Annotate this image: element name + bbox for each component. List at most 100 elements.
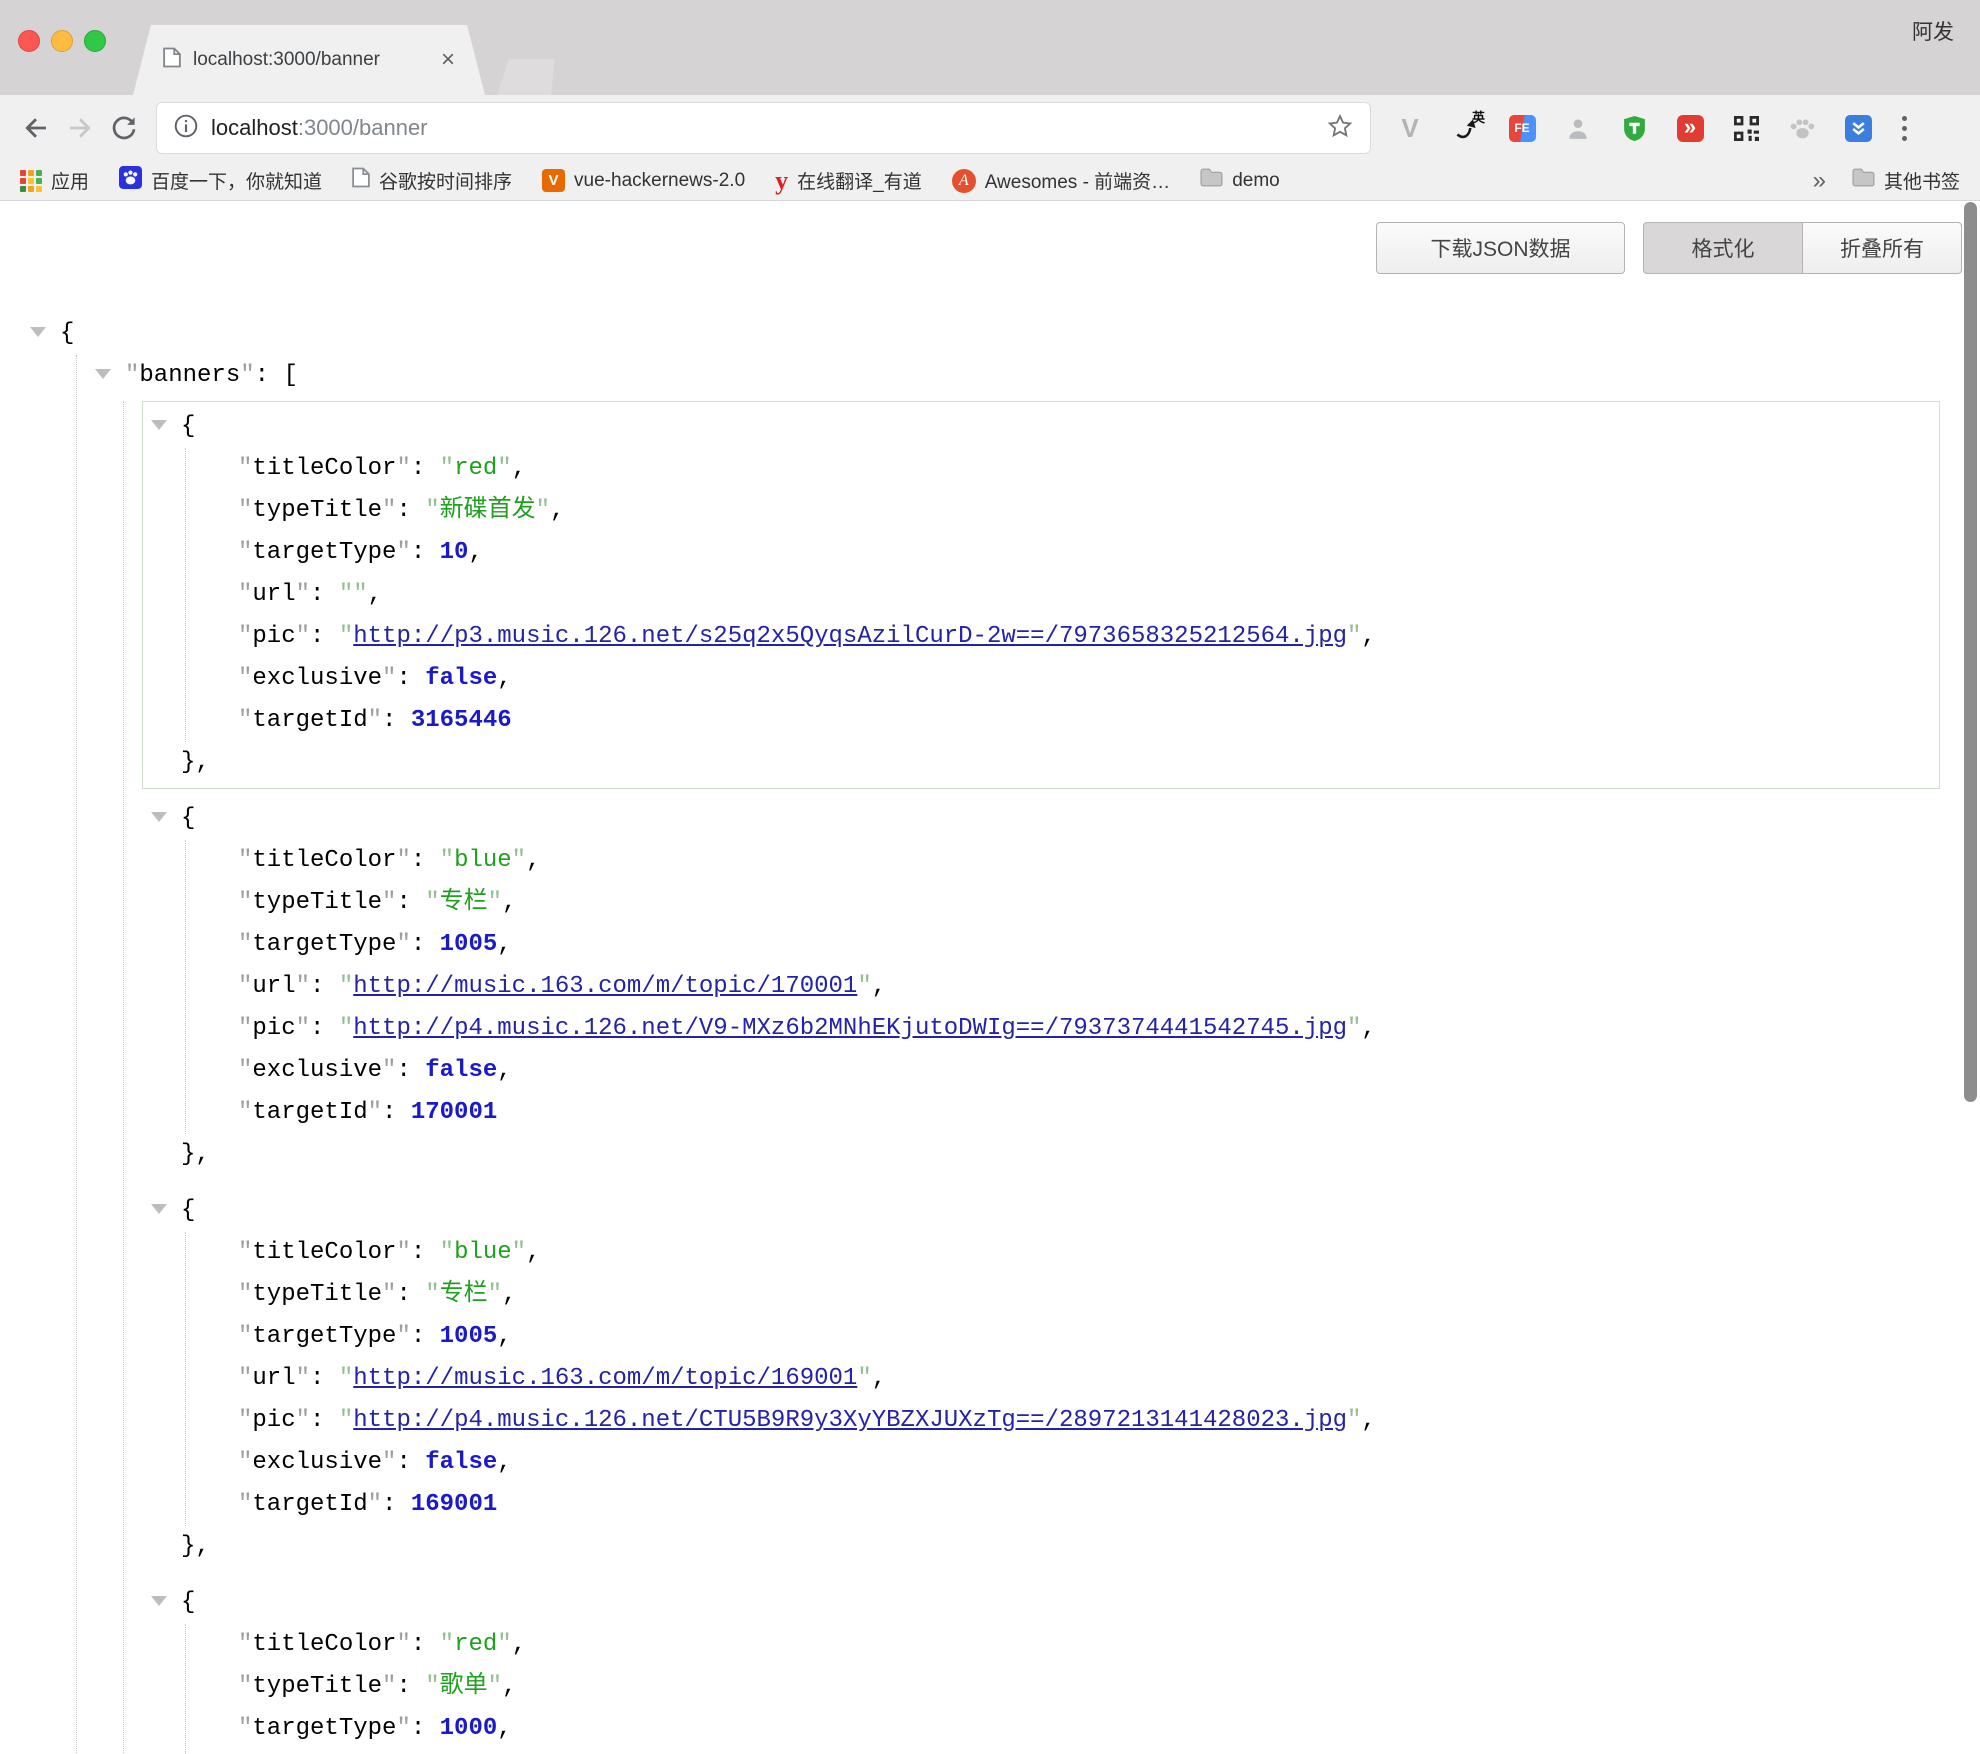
menu-kebab-icon[interactable] [1889,107,1919,149]
person-icon[interactable] [1557,107,1599,149]
download-json-button[interactable]: 下载JSON数据 [1376,222,1625,274]
reload-button[interactable] [102,106,146,150]
collapse-toggle-icon[interactable] [151,1204,167,1214]
security-shield-icon[interactable] [1837,107,1879,149]
json-property-row: "url": "", [186,574,1939,616]
other-bookmarks-folder[interactable]: 其他书签 [1852,167,1960,194]
json-property-row: "typeTitle": "专栏", [186,1274,1939,1316]
collapse-toggle-icon[interactable] [151,1596,167,1606]
back-button[interactable] [14,106,58,150]
json-property-row: "titleColor": "red", [186,448,1939,490]
json-property-row: "exclusive": false, [186,1050,1939,1092]
collapse-toggle-icon[interactable] [151,812,167,822]
json-link[interactable]: http://music.163.com/m/topic/170001 [353,973,857,1000]
qr-code-icon[interactable] [1725,107,1767,149]
page-content: 下载JSON数据 格式化 折叠所有 {"banners": [{"titleCo… [0,201,1980,1754]
json-property-row: "targetType": 1005, [186,1316,1939,1358]
folder-icon [1852,168,1875,193]
vue-icon: V [542,169,565,192]
bookmark-label: 百度一下，你就知道 [151,167,322,194]
bookmark-item[interactable]: Vvue-hackernews-2.0 [542,169,745,192]
forward-button[interactable] [58,106,102,150]
minimize-window-button[interactable] [51,30,73,52]
extension-icons: V英 FE » [1389,107,1879,149]
bookmark-item[interactable]: demo [1200,168,1280,193]
json-array-item: {"titleColor": "red","typeTitle": "歌单","… [142,1577,1940,1754]
collapse-toggle-icon[interactable] [151,420,167,430]
json-property-row: "targetId": 3165446 [186,700,1939,742]
url-text: localhost:3000/banner [211,115,1326,141]
json-link[interactable]: http://p4.music.126.net/CTU5B9R9y3XyYBZX… [353,1407,1347,1434]
bookmark-item[interactable]: 百度一下，你就知道 [119,166,322,195]
json-link[interactable]: http://p3.music.126.net/s25q2x5QyqsAzilC… [353,623,1347,650]
bookmark-label: Awesomes - 前端资… [985,167,1170,194]
page-info-icon[interactable] [173,113,199,144]
url-path: :3000/banner [298,115,428,140]
baidu-paw-icon [119,166,142,195]
new-tab-button[interactable] [497,59,555,95]
json-property-row: "pic": "http://p4.music.126.net/CTU5B9R9… [186,1400,1939,1442]
tab-title: localhost:3000/banner [193,49,429,71]
json-link[interactable]: http://music.163.com/m/topic/169001 [353,1365,857,1392]
translate-icon[interactable]: 英 [1445,107,1487,149]
view-toggle-group: 格式化 折叠所有 [1643,222,1962,274]
json-property-row: "exclusive": false, [186,1442,1939,1484]
json-property-row: "typeTitle": "新碟首发", [186,490,1939,532]
zoom-window-button[interactable] [84,30,106,52]
page-icon [352,167,370,194]
bookmarks-bar: 应用 百度一下，你就知道 谷歌按时间排序 Vvue-hackernews-2.0 y 在线… [0,161,1980,201]
bookmark-label: demo [1232,170,1280,192]
youdao-icon: y [775,168,788,194]
collapse-toggle-icon[interactable] [30,327,46,337]
awesomes-icon: A [952,169,976,193]
json-property-row: "pic": "http://p3.music.126.net/s25q2x5Q… [186,616,1939,658]
paw-icon[interactable] [1781,107,1823,149]
json-property-row: "targetType": 1005, [186,924,1939,966]
json-property-row: "exclusive": false, [186,658,1939,700]
bookmark-item[interactable]: 谷歌按时间排序 [352,167,512,194]
bookmark-star-icon[interactable] [1326,112,1354,145]
collapse-toggle-icon[interactable] [95,369,111,379]
bookmark-item[interactable]: A Awesomes - 前端资… [952,167,1170,194]
bookmark-label: 应用 [51,167,89,194]
collapse-all-button[interactable]: 折叠所有 [1802,222,1962,274]
folder-icon [1200,168,1223,193]
json-tree: {"banners": [{"titleColor": "red","typeT… [0,201,1980,1754]
json-property-row: "typeTitle": "专栏", [186,882,1939,924]
json-property-row: "titleColor": "red", [186,1624,1939,1666]
json-property-row: "targetId": 169001 [186,1484,1939,1526]
json-property-row: "titleColor": "blue", [186,840,1939,882]
json-property-row: "targetType": 10, [186,532,1939,574]
browser-toolbar: localhost:3000/banner V英 FE » [0,95,1980,161]
bookmark-label: 谷歌按时间排序 [379,167,512,194]
fe-helper-icon[interactable]: FE [1501,107,1543,149]
json-property-row: "pic": "http://p4.music.126.net/V9-MXz6b… [186,1008,1939,1050]
json-property-row: "titleColor": "blue", [186,1232,1939,1274]
scrollbar-thumb[interactable] [1964,202,1977,1102]
close-window-button[interactable] [18,30,40,52]
green-shield-icon[interactable] [1613,107,1655,149]
page-favicon-icon [163,47,181,73]
json-array-item: {"titleColor": "blue","typeTitle": "专栏",… [142,793,1940,1181]
json-property-row: "url": "http://music.163.com/m/topic/170… [186,966,1939,1008]
tab-close-icon[interactable]: × [441,48,455,72]
json-property-row: "targetType": 1000, [186,1708,1939,1750]
json-banners-row: "banners": [ [77,355,1980,397]
url-host: localhost [211,115,298,140]
bookmark-label: 在线翻译_有道 [797,167,922,194]
json-property-row: "url": "", [186,1750,1939,1754]
bookmark-item[interactable]: 应用 [20,167,89,194]
bookmark-item[interactable]: y 在线翻译_有道 [775,167,922,194]
apps-grid-icon [20,170,42,192]
vue-devtools-icon[interactable]: V [1389,107,1431,149]
address-bar[interactable]: localhost:3000/banner [156,102,1371,154]
profile-name[interactable]: 阿发 [1912,16,1954,46]
bookmarks-overflow-chevron[interactable]: » [1813,167,1826,195]
window-controls [18,30,106,52]
media-forward-icon[interactable]: » [1669,107,1711,149]
json-link[interactable]: http://p4.music.126.net/V9-MXz6b2MNhEKju… [353,1015,1347,1042]
format-button[interactable]: 格式化 [1643,222,1802,274]
json-array-item: {"titleColor": "red","typeTitle": "新碟首发"… [142,401,1940,789]
browser-tab[interactable]: localhost:3000/banner × [133,25,485,95]
tab-bar: localhost:3000/banner × 阿发 [0,0,1980,95]
